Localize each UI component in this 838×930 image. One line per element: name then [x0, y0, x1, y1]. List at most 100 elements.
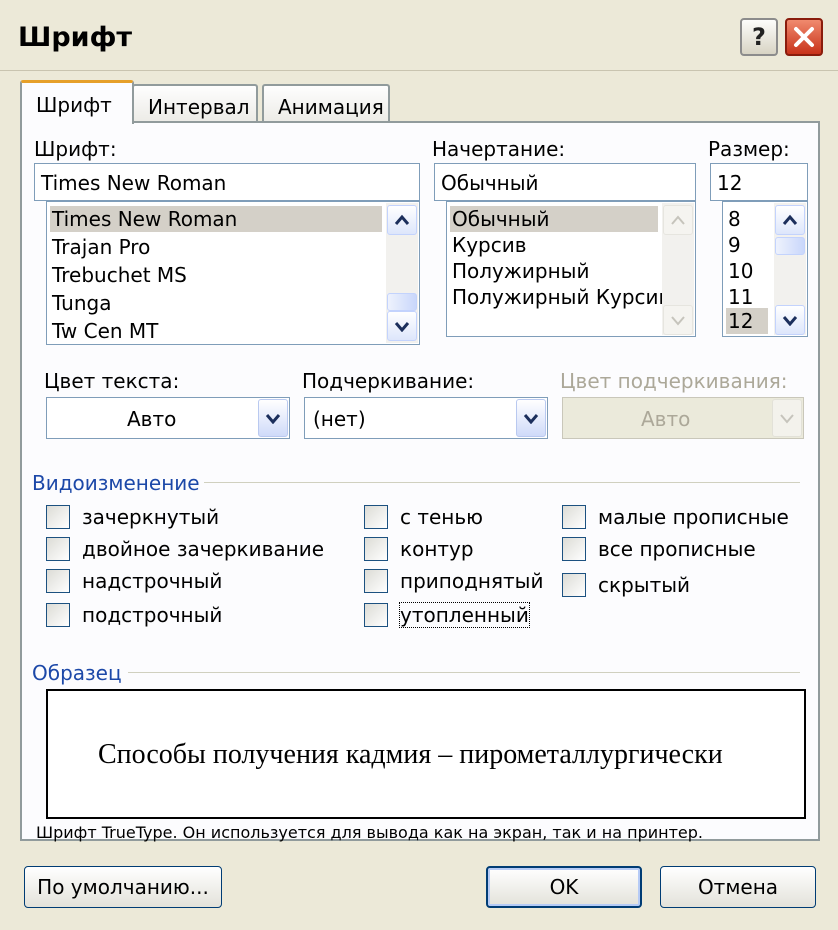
checkbox-box[interactable] [364, 537, 388, 561]
font-type-note: Шрифт TrueType. Он используется для выво… [36, 823, 703, 842]
sample-text: Способы получения кадмия – пирометаллург… [98, 739, 723, 770]
sample-group-title: Образец [32, 661, 122, 685]
font-scroll-down-button[interactable] [387, 311, 417, 341]
checkbox-box[interactable] [46, 505, 70, 529]
text-color-value: Авто [127, 407, 177, 431]
tab-animation[interactable]: Анимация [262, 84, 390, 122]
sample-group-divider [128, 672, 800, 673]
list-item[interactable]: 11 [726, 284, 753, 310]
checkbox-label: двойное зачеркивание [82, 537, 325, 561]
checkbox-box[interactable] [46, 603, 70, 627]
checkbox-outline[interactable]: контур [364, 537, 474, 561]
font-label: Шрифт: [34, 137, 117, 161]
list-item[interactable]: Trebuchet MS [50, 262, 187, 288]
list-item[interactable]: Trajan Pro [50, 234, 150, 260]
chevron-down-icon [394, 322, 410, 332]
ok-button[interactable]: OK [486, 866, 642, 908]
font-dialog: Шрифт ? Шрифт Интервал Анимация Шрифт: T… [0, 0, 838, 930]
size-scroll-thumb[interactable] [775, 237, 805, 255]
size-scroll-down-button[interactable] [775, 305, 805, 335]
size-input[interactable]: 12 [710, 163, 808, 201]
dropdown-arrow-icon [523, 414, 539, 424]
style-scroll-up-button[interactable] [663, 205, 693, 235]
underline-label: Подчеркивание: [302, 369, 475, 393]
tab-animation-label: Анимация [278, 95, 384, 119]
list-item[interactable]: 12 [726, 308, 768, 334]
list-item[interactable]: Tw Cen MT [50, 318, 158, 344]
list-item[interactable]: 9 [726, 232, 741, 258]
font-scroll-thumb[interactable] [387, 293, 417, 311]
default-button[interactable]: По умолчанию... [24, 866, 222, 908]
size-list[interactable]: 8 9 10 11 12 [722, 201, 808, 337]
underline-value: (нет) [313, 407, 366, 431]
checkbox-box[interactable] [364, 569, 388, 593]
underline-dropdown-button[interactable] [516, 399, 546, 437]
checkbox-hidden[interactable]: скрытый [562, 573, 690, 597]
underline-color-label: Цвет подчеркивания: [560, 369, 788, 393]
text-color-label: Цвет текста: [44, 369, 180, 393]
style-scroll-down-button[interactable] [663, 305, 693, 335]
text-color-select[interactable]: Авто [46, 397, 290, 439]
checkbox-label: приподнятый [400, 569, 544, 593]
text-color-dropdown-button[interactable] [258, 399, 288, 437]
checkbox-box[interactable] [46, 537, 70, 561]
list-item[interactable]: Курсив [450, 232, 527, 258]
size-list-scrollbar[interactable] [774, 203, 806, 335]
underline-color-dropdown-button[interactable] [772, 399, 802, 437]
close-icon [794, 27, 814, 47]
checkbox-double-strikethrough[interactable]: двойное зачеркивание [46, 537, 324, 561]
dropdown-arrow-icon [265, 414, 281, 424]
checkbox-box[interactable] [364, 603, 388, 627]
checkbox-shadow[interactable]: с тенью [364, 505, 483, 529]
style-input[interactable]: Обычный [434, 163, 696, 201]
window-title: Шрифт [18, 22, 133, 53]
list-item[interactable]: Полужирный Курсив [450, 284, 670, 310]
chevron-up-icon [671, 215, 685, 225]
list-item[interactable]: 10 [726, 258, 753, 284]
list-item[interactable]: Times New Roman [50, 206, 382, 232]
style-label: Начертание: [432, 137, 566, 161]
help-icon: ? [752, 23, 766, 51]
checkbox-label: подстрочный [82, 603, 223, 627]
checkbox-box[interactable] [562, 505, 586, 529]
font-scroll-up-button[interactable] [387, 205, 417, 235]
style-list[interactable]: Обычный Курсив Полужирный Полужирный Кур… [446, 201, 696, 337]
tab-font[interactable]: Шрифт [20, 80, 134, 124]
checkbox-label: с тенью [400, 505, 484, 529]
checkbox-superscript[interactable]: надстрочный [46, 569, 222, 593]
list-item[interactable]: Полужирный [450, 258, 589, 284]
default-button-label: По умолчанию... [37, 875, 209, 899]
checkbox-subscript[interactable]: подстрочный [46, 603, 222, 627]
checkbox-label: скрытый [598, 573, 691, 597]
checkbox-engrave[interactable]: утопленный [364, 602, 530, 628]
checkbox-all-caps[interactable]: все прописные [562, 537, 756, 561]
list-item[interactable]: Tunga [50, 290, 111, 316]
cancel-button-label: Отмена [697, 875, 779, 899]
tab-font-label: Шрифт [36, 93, 112, 117]
checkbox-emboss[interactable]: приподнятый [364, 569, 543, 593]
checkbox-box[interactable] [562, 537, 586, 561]
checkbox-small-caps[interactable]: малые прописные [562, 505, 789, 529]
help-button[interactable]: ? [740, 18, 778, 56]
font-list[interactable]: Times New Roman Trajan Pro Trebuchet MS … [46, 201, 420, 345]
checkbox-strikethrough[interactable]: зачеркнутый [46, 505, 219, 529]
tab-spacing[interactable]: Интервал [132, 84, 258, 122]
checkbox-box[interactable] [364, 505, 388, 529]
underline-select[interactable]: (нет) [304, 397, 548, 439]
list-item[interactable]: Обычный [450, 206, 658, 232]
title-bar[interactable]: Шрифт ? [0, 0, 838, 71]
chevron-up-icon [394, 214, 410, 225]
style-list-scrollbar[interactable] [662, 203, 694, 335]
underline-color-select[interactable]: Авто [562, 397, 804, 439]
font-name-input[interactable]: Times New Roman [34, 163, 420, 201]
font-list-scrollbar[interactable] [386, 203, 418, 343]
checkbox-box[interactable] [562, 573, 586, 597]
close-button[interactable] [785, 18, 823, 56]
list-item[interactable]: 8 [726, 206, 741, 232]
underline-color-value: Авто [641, 407, 691, 431]
cancel-button[interactable]: Отмена [660, 866, 816, 908]
sample-preview: Способы получения кадмия – пирометаллург… [46, 689, 806, 819]
size-scroll-up-button[interactable] [775, 205, 805, 235]
checkbox-box[interactable] [46, 569, 70, 593]
checkbox-label: контур [400, 537, 474, 561]
